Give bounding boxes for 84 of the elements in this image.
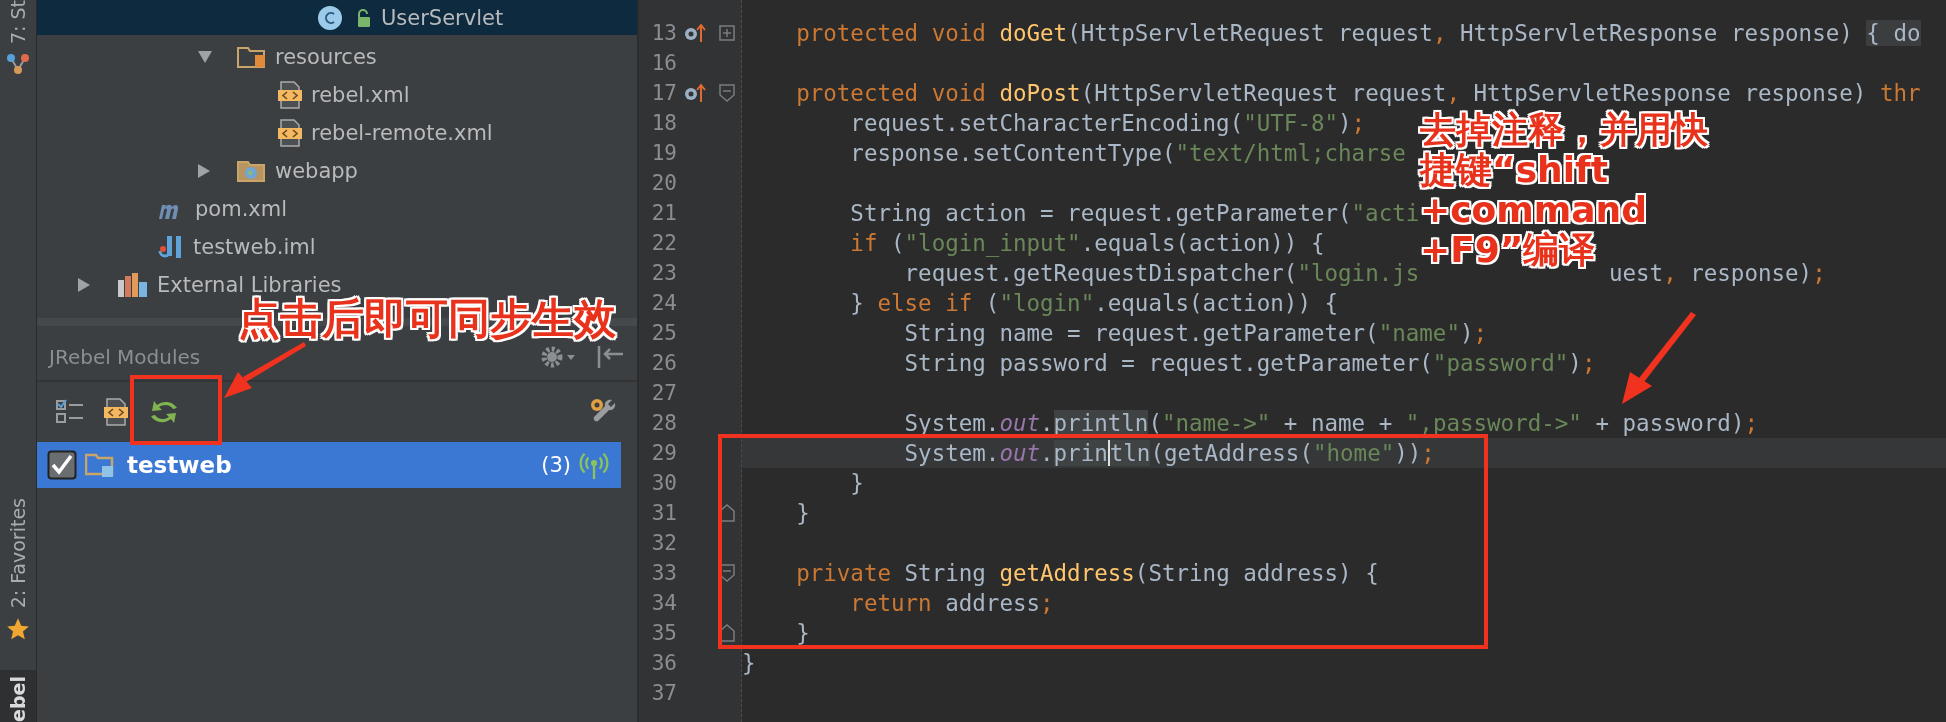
code-line: if ("login_input".equals(action)) { bbox=[849, 230, 1325, 256]
web-folder-icon bbox=[237, 159, 267, 183]
annotation-text: +F9”编译 bbox=[1420, 230, 1596, 270]
checklist-icon[interactable] bbox=[55, 398, 85, 426]
tree-item[interactable]: resources bbox=[37, 38, 637, 76]
line-number: 18 bbox=[650, 111, 677, 135]
code-line: protected void doPost(HttpServletRequest request, HttpServletResponse response) thr bbox=[795, 80, 1921, 106]
hide-panel-icon[interactable] bbox=[595, 344, 625, 370]
antenna-icon bbox=[579, 450, 609, 480]
libraries-icon bbox=[117, 272, 149, 298]
line-number: 29 bbox=[650, 441, 677, 465]
xml-file-icon bbox=[277, 81, 303, 109]
code-line: uest, response); bbox=[1608, 260, 1826, 286]
line-number: 35 bbox=[650, 621, 677, 645]
tree-item[interactable]: pom.xml bbox=[37, 190, 637, 228]
tool-window-tab[interactable]: 7: St bbox=[7, 0, 29, 45]
code-line: request.setCharacterEncoding("UTF-8"); bbox=[849, 110, 1366, 136]
annotation-text: 捷键“shift bbox=[1420, 150, 1608, 190]
folder-icon bbox=[237, 45, 267, 69]
tree-item[interactable]: UserServlet bbox=[37, 0, 637, 35]
code-line: return address; bbox=[849, 590, 1054, 616]
line-number: 26 bbox=[650, 351, 677, 375]
tree-item[interactable]: rebel-remote.xml bbox=[37, 114, 637, 152]
folder-icon bbox=[85, 452, 115, 478]
structure-icon bbox=[6, 52, 30, 77]
xml-file-icon[interactable] bbox=[103, 398, 129, 426]
module-name: testweb bbox=[127, 452, 232, 478]
fold-end-icon[interactable] bbox=[719, 504, 735, 522]
fold-marker-icon[interactable] bbox=[719, 84, 735, 102]
fold-plus-icon[interactable] bbox=[719, 25, 735, 41]
tree-item[interactable]: rebel.xml bbox=[37, 76, 637, 114]
code-line: } bbox=[795, 500, 810, 526]
line-number: 33 bbox=[650, 561, 677, 585]
xml-file-icon bbox=[277, 119, 303, 147]
line-number: 21 bbox=[650, 201, 677, 225]
annotation-text: 点击后即可同步生效 bbox=[238, 296, 616, 342]
line-number: 13 bbox=[650, 21, 677, 45]
line-number: 37 bbox=[650, 681, 677, 705]
collapse-arrow-icon[interactable] bbox=[197, 163, 211, 179]
code-line: String action = request.getParameter("acti bbox=[849, 200, 1420, 226]
code-line: protected void doGet(HttpServletRequest request, HttpServletResponse response) { do bbox=[795, 20, 1921, 46]
lock-icon bbox=[355, 7, 373, 28]
code-line: } else if ("login".equals(action)) { bbox=[849, 290, 1339, 316]
fold-marker-icon[interactable] bbox=[719, 564, 735, 582]
code-line: System.out.prin tln(getAddress("home")); bbox=[903, 440, 1435, 466]
tool-window-tab[interactable]: 2: Favorites bbox=[7, 497, 29, 609]
code-line: String name = request.getParameter("name"); bbox=[903, 320, 1488, 346]
code-line: response.setContentType("text/html;charse bbox=[849, 140, 1406, 166]
code-line: } bbox=[742, 650, 756, 676]
line-number: 23 bbox=[650, 261, 677, 285]
code-line: } bbox=[849, 470, 864, 496]
line-number: 32 bbox=[650, 531, 677, 555]
panel-title: JRebel Modules bbox=[49, 345, 201, 369]
code-line: } bbox=[795, 620, 810, 646]
code-line: request.getRequestDispatcher("login.js bbox=[903, 260, 1420, 286]
tree-item[interactable]: testweb.iml bbox=[37, 228, 637, 266]
line-number: 24 bbox=[650, 291, 677, 315]
line-number: 20 bbox=[650, 171, 677, 195]
expand-arrow-icon[interactable] bbox=[197, 50, 213, 64]
line-number: 22 bbox=[650, 231, 677, 255]
line-number: 27 bbox=[650, 381, 677, 405]
line-number: 17 bbox=[650, 81, 677, 105]
tree-item[interactable]: webapp bbox=[37, 152, 637, 190]
override-icon[interactable] bbox=[684, 82, 706, 104]
override-icon[interactable] bbox=[684, 22, 706, 44]
line-number: 25 bbox=[650, 321, 677, 345]
code-line: String password = request.getParameter("password"); bbox=[903, 350, 1596, 376]
line-number: 31 bbox=[650, 501, 677, 525]
collapse-arrow-icon[interactable] bbox=[77, 277, 91, 293]
annotation-text: +command bbox=[1420, 190, 1647, 230]
code-line: System.out.println("name->" + name + ",password->" + password); bbox=[903, 410, 1758, 436]
line-number: 36 bbox=[650, 651, 677, 675]
code-line: private String getAddress(String address) { bbox=[795, 560, 1379, 586]
module-row[interactable]: testweb (3) bbox=[37, 442, 621, 488]
line-number: 19 bbox=[650, 141, 677, 165]
line-number: 16 bbox=[650, 51, 677, 75]
line-number: 34 bbox=[650, 591, 677, 615]
line-number: 30 bbox=[650, 471, 677, 495]
change-count: (3) bbox=[541, 453, 571, 477]
class-icon bbox=[317, 4, 343, 31]
fold-end-icon[interactable] bbox=[719, 624, 735, 642]
line-number: 28 bbox=[650, 411, 677, 435]
annotation-text: 去掉注释，并用快 bbox=[1420, 110, 1708, 150]
checkbox[interactable] bbox=[47, 450, 77, 480]
